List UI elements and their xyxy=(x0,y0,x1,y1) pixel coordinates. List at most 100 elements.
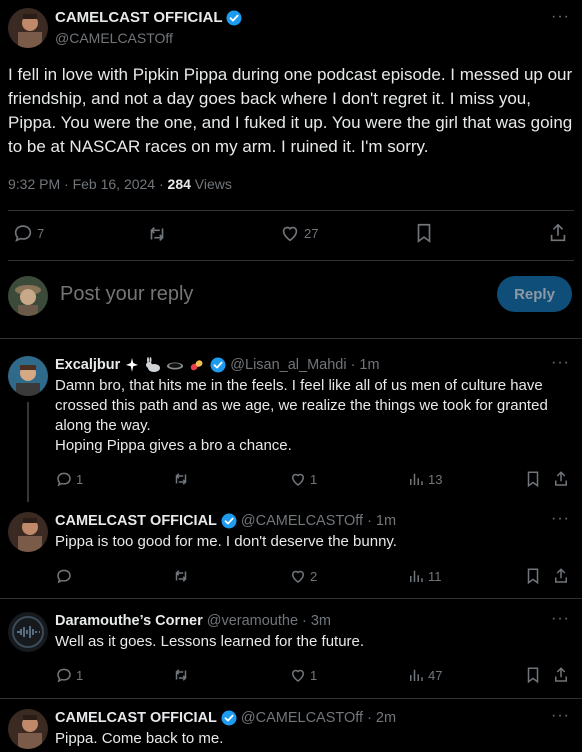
like-action[interactable]: 1 xyxy=(289,666,317,684)
analytics-icon xyxy=(407,470,425,488)
verified-badge-icon xyxy=(221,513,237,529)
reply-count: 1 xyxy=(76,667,84,683)
reply-author-name[interactable]: Excaljbur xyxy=(55,356,120,374)
views-action[interactable]: 13 xyxy=(407,470,442,488)
reply-tweet[interactable]: Excaljbur @Lisan_al_Mahdi · 1m ··· Damn … xyxy=(0,354,582,502)
bookmark-action[interactable] xyxy=(525,470,541,488)
views-action[interactable]: 47 xyxy=(407,666,442,684)
reply-text: Pippa is too good for me. I don't deserv… xyxy=(55,533,397,550)
reply-action[interactable]: 7 xyxy=(12,222,44,244)
views-action[interactable]: 11 xyxy=(407,567,442,585)
reply-text: Pippa. Come back to me. xyxy=(55,730,224,747)
reply-timestamp[interactable]: · 1m xyxy=(367,512,396,530)
bookmark-action[interactable] xyxy=(414,222,434,244)
reply-tweet[interactable]: CAMELCAST OFFICIAL @CAMELCASTOff · 2m ··… xyxy=(0,707,582,752)
share-action[interactable] xyxy=(553,666,569,684)
repost-icon xyxy=(172,666,190,684)
like-action[interactable]: 1 xyxy=(289,470,317,488)
reply-author-name[interactable]: CAMELCAST OFFICIAL xyxy=(55,512,217,530)
divider xyxy=(8,210,574,211)
reply-action[interactable]: 1 xyxy=(55,666,83,684)
divider xyxy=(0,698,582,699)
more-options-icon[interactable]: ··· xyxy=(551,707,570,725)
tweet-timestamp[interactable]: 9:32 PM · Feb 16, 2024 · xyxy=(8,176,168,192)
divider xyxy=(0,598,582,599)
bookmark-icon xyxy=(525,666,541,684)
bookmark-action[interactable] xyxy=(525,666,541,684)
sparkle-emoji-icon xyxy=(124,357,140,373)
reply-author-avatar[interactable] xyxy=(8,356,48,396)
author-avatar[interactable] xyxy=(8,8,48,48)
more-options-icon[interactable]: ··· xyxy=(551,510,570,528)
reply-tweet[interactable]: CAMELCAST OFFICIAL @CAMELCASTOff · 1m ··… xyxy=(0,510,582,588)
verified-badge-icon xyxy=(210,357,226,373)
reply-author-avatar[interactable] xyxy=(8,512,48,552)
views-count: 284 xyxy=(167,176,191,192)
heart-icon xyxy=(289,567,307,585)
thread-line xyxy=(27,402,29,502)
heart-icon xyxy=(289,470,307,488)
more-options-icon[interactable]: ··· xyxy=(551,8,570,26)
bookmark-icon xyxy=(414,222,434,244)
share-icon xyxy=(553,666,569,684)
reply-author-avatar[interactable] xyxy=(8,612,48,652)
tweet-text: I fell in love with Pipkin Pippa during … xyxy=(8,65,573,156)
like-action[interactable]: 27 xyxy=(279,222,318,244)
reply-author-handle[interactable]: @CAMELCASTOff xyxy=(241,512,363,530)
more-options-icon[interactable]: ··· xyxy=(551,354,570,372)
reply-author-name[interactable]: CAMELCAST OFFICIAL xyxy=(55,709,217,727)
hole-emoji-icon xyxy=(166,357,184,373)
rabbit-emoji-icon xyxy=(144,357,162,373)
reply-action[interactable] xyxy=(55,567,73,585)
author-name[interactable]: CAMELCAST OFFICIAL xyxy=(55,9,222,27)
reply-author-handle[interactable]: @CAMELCASTOff xyxy=(241,709,363,727)
reply-icon xyxy=(55,470,73,488)
views-count: 13 xyxy=(428,471,443,487)
reply-author-handle[interactable]: @veramouthe xyxy=(207,612,298,630)
reply-icon xyxy=(55,567,73,585)
author-handle[interactable]: @CAMELCASTOff xyxy=(55,29,242,47)
views-count: 11 xyxy=(428,568,442,584)
share-action[interactable] xyxy=(548,222,568,244)
share-action[interactable] xyxy=(553,567,569,585)
reply-button[interactable]: Reply xyxy=(497,276,572,312)
reply-text: Damn bro, that hits me in the feels. I f… xyxy=(55,377,548,454)
reply-input[interactable] xyxy=(58,282,362,307)
reply-action[interactable]: 1 xyxy=(55,470,83,488)
like-count: 1 xyxy=(310,667,318,683)
pill-emoji-icon xyxy=(188,357,206,373)
repost-icon xyxy=(172,567,190,585)
tweet-meta: 9:32 PM · Feb 16, 2024 · 284 Views xyxy=(8,176,232,192)
reply-timestamp[interactable]: · 3m xyxy=(302,612,331,630)
share-icon xyxy=(553,470,569,488)
views-count: 47 xyxy=(428,667,443,683)
main-tweet-header: CAMELCAST OFFICIAL @CAMELCASTOff ··· xyxy=(8,6,574,52)
like-action[interactable]: 2 xyxy=(289,567,317,585)
share-action[interactable] xyxy=(553,470,569,488)
verified-badge-icon xyxy=(226,10,242,26)
verified-badge-icon xyxy=(221,710,237,726)
more-options-icon[interactable]: ··· xyxy=(551,610,570,628)
reply-timestamp[interactable]: · 1m xyxy=(351,356,380,374)
repost-action[interactable] xyxy=(172,470,190,488)
bookmark-icon xyxy=(525,567,541,585)
reply-author-avatar[interactable] xyxy=(8,709,48,749)
tweet-actions: 7 27 xyxy=(0,222,582,246)
bookmark-action[interactable] xyxy=(525,567,541,585)
like-count: 27 xyxy=(304,225,319,241)
analytics-icon xyxy=(407,666,425,684)
repost-action[interactable] xyxy=(172,666,190,684)
repost-action[interactable] xyxy=(172,567,190,585)
reply-text: Well as it goes. Lessons learned for the… xyxy=(55,633,365,650)
reply-composer: Reply xyxy=(8,274,574,318)
reply-author-name[interactable]: Daramouthe’s Corner xyxy=(55,612,203,630)
divider xyxy=(0,338,582,339)
like-count: 2 xyxy=(310,568,318,584)
reply-tweet[interactable]: Daramouthe’s Corner @veramouthe · 3m ···… xyxy=(0,610,582,692)
like-count: 1 xyxy=(310,471,318,487)
reply-author-handle[interactable]: @Lisan_al_Mahdi xyxy=(230,356,346,374)
reply-timestamp[interactable]: · 2m xyxy=(367,709,396,727)
divider xyxy=(8,260,574,261)
user-avatar[interactable] xyxy=(8,276,48,316)
repost-action[interactable] xyxy=(146,223,168,245)
